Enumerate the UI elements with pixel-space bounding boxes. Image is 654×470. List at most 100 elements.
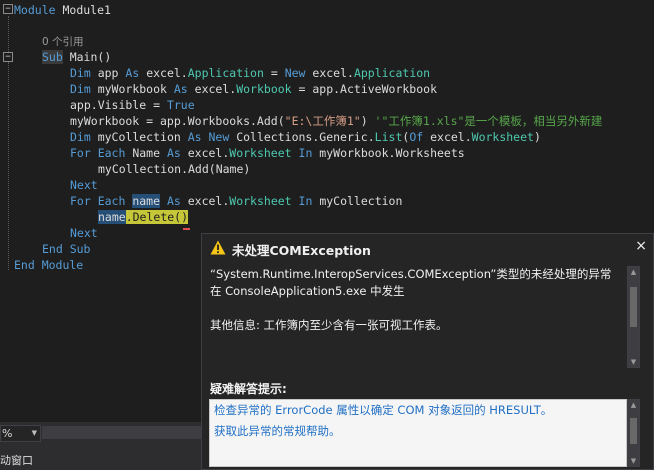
code-token: Application xyxy=(353,66,431,80)
code-token: '"工作簿1.xls"是一个模板，相当另外新建 xyxy=(374,114,603,128)
code-token: Next xyxy=(70,178,98,192)
code-token: name xyxy=(98,210,126,224)
code-token: 0 个引用 xyxy=(42,36,84,48)
scroll-up-icon[interactable]: ▲ xyxy=(628,268,639,276)
collapse-icon[interactable]: − xyxy=(3,4,13,14)
code-token: Main() xyxy=(62,50,112,64)
bottom-tab-window[interactable]: 动窗口 xyxy=(0,452,60,470)
line-visible[interactable]: app.Visible = True xyxy=(70,97,195,113)
code-token: Dim xyxy=(70,82,98,96)
code-token: Workbook xyxy=(236,82,292,96)
details-scrollbar[interactable]: ▲ ▼ xyxy=(627,266,640,368)
line-dim-collection[interactable]: Dim myCollection As New Collections.Gene… xyxy=(70,129,541,145)
code-token: = app.ActiveWorkbook xyxy=(291,82,437,96)
line-next-1[interactable]: Next xyxy=(70,177,98,193)
line-collection-add[interactable]: myCollection.Add(Name) xyxy=(98,161,250,177)
line-sub-main[interactable]: Sub Main() xyxy=(42,49,111,65)
code-token: myCollection xyxy=(319,194,403,208)
warning-icon xyxy=(210,240,226,255)
error-squiggle xyxy=(183,228,190,230)
code-token: Worksheet xyxy=(229,194,292,208)
code-token: Application xyxy=(187,66,264,80)
troubleshooting-title: 疑难解答提示: xyxy=(210,382,287,396)
code-token: excel. xyxy=(146,66,188,80)
line-next-2[interactable]: Next xyxy=(70,225,98,241)
code-token: End Module xyxy=(14,258,84,272)
code-token: True xyxy=(166,98,195,112)
code-token: Module xyxy=(14,3,63,17)
line-for-each-2[interactable]: For Each name As excel.Worksheet In myCo… xyxy=(70,193,402,209)
line-end-module[interactable]: End Module xyxy=(14,257,83,273)
line-dim-workbook[interactable]: Dim myWorkbook As excel.Workbook = app.A… xyxy=(70,81,437,97)
code-token: app.Visible = xyxy=(70,98,167,112)
code-token: app xyxy=(97,66,126,80)
code-token: Sub xyxy=(42,50,63,64)
code-token: Dim xyxy=(70,130,98,144)
line-end-sub[interactable]: End Sub xyxy=(42,241,90,257)
code-token: Worksheet xyxy=(471,130,534,144)
collapse-icon[interactable]: − xyxy=(3,52,13,62)
exception-info: 其他信息: 工作簿内至少含有一张可视工作表。 xyxy=(210,318,448,332)
line-delete[interactable]: name.Delete() xyxy=(98,209,189,225)
code-token: In xyxy=(298,194,320,208)
scroll-up-icon[interactable]: ▲ xyxy=(628,401,639,409)
tip-link-general-help[interactable]: 获取此异常的常规帮助。 xyxy=(214,423,341,439)
scroll-thumb[interactable] xyxy=(630,418,637,444)
code-token: As xyxy=(166,146,188,160)
code-token: = xyxy=(263,66,285,80)
code-token: .Delete() xyxy=(125,210,189,224)
code-token: excel. xyxy=(194,82,237,96)
line-workbooks-add[interactable]: myWorkbook = app.Workbooks.Add("E:\工作簿1"… xyxy=(70,113,602,129)
code-token: As New xyxy=(187,130,237,144)
outline-guide-sub xyxy=(8,62,9,252)
scroll-thumb[interactable] xyxy=(630,287,637,327)
code-token: Of xyxy=(409,130,431,144)
code-token: excel. xyxy=(430,130,472,144)
code-token: myWorkbook.Worksheets xyxy=(319,146,465,160)
code-token: As xyxy=(166,194,188,208)
line-module[interactable]: Module Module1 xyxy=(14,2,111,18)
code-token: For Each xyxy=(70,146,133,160)
code-token: List xyxy=(374,130,403,144)
line-dim-app[interactable]: Dim app As excel.Application = New excel… xyxy=(70,65,430,81)
zoom-dropdown[interactable]: % ▼ xyxy=(0,425,41,442)
code-token: ) xyxy=(533,130,541,144)
code-token: ) xyxy=(360,114,375,128)
code-token: For Each xyxy=(70,194,133,208)
code-token: excel. xyxy=(187,194,230,208)
code-token: excel. xyxy=(312,66,354,80)
tips-scrollbar[interactable]: ▲ ▼ xyxy=(627,399,640,467)
code-token: End Sub xyxy=(42,242,91,256)
code-token: myCollection.Add(Name) xyxy=(98,162,251,176)
code-token: As xyxy=(125,66,147,80)
code-token: New xyxy=(284,66,313,80)
exception-header: 未处理COMException × xyxy=(202,234,653,262)
code-token: name xyxy=(132,194,161,208)
line-references[interactable]: 0 个引用 xyxy=(42,33,84,49)
code-token: excel. xyxy=(187,146,230,160)
code-token: Next xyxy=(70,226,98,240)
troubleshooting-list: 检查异常的 ErrorCode 属性以确定 COM 对象返回的 HRESULT。… xyxy=(209,399,627,467)
zoom-value: % xyxy=(2,427,13,440)
tip-link-errorcode[interactable]: 检查异常的 ErrorCode 属性以确定 COM 对象返回的 HRESULT。 xyxy=(214,402,552,418)
chevron-down-icon: ▼ xyxy=(31,429,37,437)
code-token: Module1 xyxy=(62,3,111,17)
exception-details: “System.Runtime.InteropServices.COMExcep… xyxy=(202,262,627,370)
code-token: Collections.Generic. xyxy=(236,130,375,144)
code-token: myCollection xyxy=(97,130,188,144)
scroll-down-icon[interactable]: ▼ xyxy=(628,358,639,366)
code-token: As xyxy=(173,82,195,96)
code-token: Worksheet xyxy=(229,146,292,160)
code-token: Name xyxy=(132,146,167,160)
exception-title: 未处理COMException xyxy=(232,243,371,258)
code-token: Dim xyxy=(70,66,98,80)
scroll-down-icon[interactable]: ▼ xyxy=(628,457,639,465)
line-for-each-1[interactable]: For Each Name As excel.Worksheet In myWo… xyxy=(70,145,465,161)
exception-assistant: 未处理COMException × “System.Runtime.Intero… xyxy=(201,233,654,470)
code-token: myWorkbook xyxy=(97,82,174,96)
code-token: myWorkbook = app.Workbooks.Add( xyxy=(70,114,285,128)
close-icon[interactable]: × xyxy=(635,238,647,254)
